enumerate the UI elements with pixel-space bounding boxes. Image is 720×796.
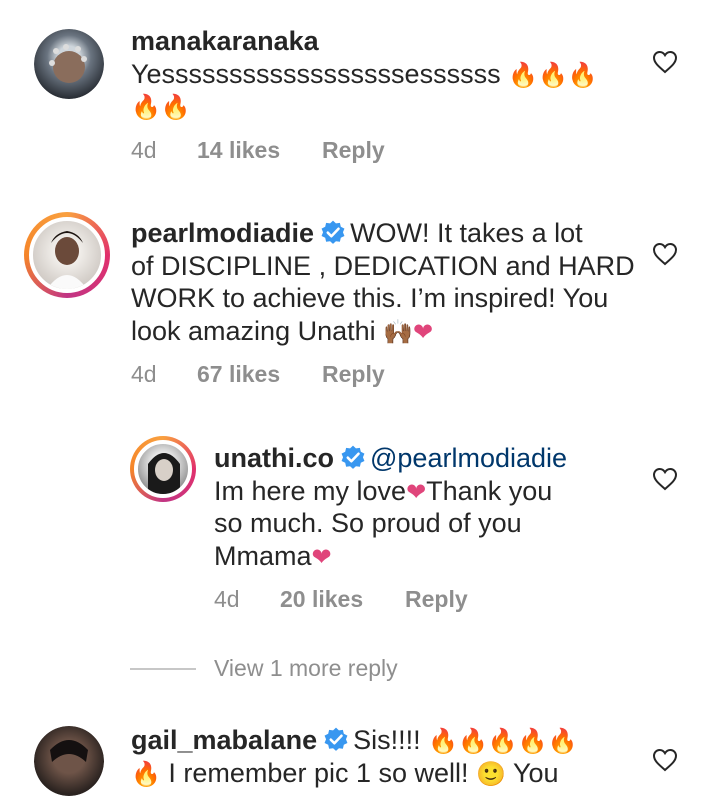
avatar[interactable] bbox=[34, 29, 104, 99]
avatar-image bbox=[50, 740, 88, 762]
comment-text: Thank you bbox=[426, 475, 553, 506]
view-more-replies-label: View 1 more reply bbox=[214, 655, 398, 681]
reply-button[interactable]: Reply bbox=[405, 586, 468, 613]
comment-text: You bbox=[512, 757, 559, 788]
avatar-image bbox=[47, 231, 87, 289]
raising-hands-emoji-icon: 🙌🏾 bbox=[383, 318, 414, 346]
reply-button[interactable]: Reply bbox=[322, 137, 385, 164]
comment-text: I remember pic 1 so well! bbox=[168, 757, 469, 788]
fire-emoji-icon: 🔥🔥🔥🔥🔥 bbox=[428, 728, 578, 755]
comment-text: Sis!!!! bbox=[353, 725, 421, 755]
comment-text: Yessssssssssssssssssessssss bbox=[131, 58, 501, 89]
avatar-image bbox=[148, 453, 180, 494]
like-heart-icon[interactable] bbox=[652, 748, 678, 772]
like-heart-icon[interactable] bbox=[652, 50, 678, 74]
avatar[interactable] bbox=[34, 726, 104, 796]
comment-text: WOW! It takes a lot bbox=[350, 218, 583, 248]
avatar[interactable] bbox=[130, 436, 196, 502]
comment-text: Mmama bbox=[214, 540, 312, 571]
heart-emoji-icon: ❤ bbox=[406, 478, 427, 506]
likes-count-button[interactable]: 14 likes bbox=[197, 137, 322, 164]
like-heart-icon[interactable] bbox=[652, 242, 678, 266]
fire-emoji-icon: 🔥🔥 bbox=[131, 94, 191, 121]
verified-badge-icon bbox=[320, 220, 346, 246]
likes-count-button[interactable]: 67 likes bbox=[197, 361, 322, 388]
comment-text: Im here my love bbox=[214, 475, 407, 506]
comment-username[interactable]: unathi.co bbox=[214, 443, 334, 473]
view-more-replies-button[interactable]: View 1 more reply bbox=[130, 655, 398, 682]
heart-emoji-icon: ❤ bbox=[413, 318, 434, 346]
comment-username[interactable]: gail_mabalane bbox=[131, 725, 317, 755]
comment-age: 4d bbox=[131, 361, 157, 387]
mention-link[interactable]: @pearlmodiadie bbox=[370, 443, 567, 473]
comment-text: so much. So proud of you bbox=[214, 508, 522, 538]
comment-text: of DISCIPLINE , DEDICATION and HARD bbox=[131, 250, 635, 281]
comment-text: WORK to achieve this. I’m inspired! You bbox=[131, 283, 609, 313]
verified-badge-icon bbox=[340, 445, 366, 471]
verified-badge-icon bbox=[323, 727, 349, 753]
comment-username[interactable]: manakaranaka bbox=[131, 26, 319, 56]
comment-age: 4d bbox=[131, 137, 157, 163]
avatar[interactable] bbox=[24, 212, 110, 298]
fire-emoji-icon: 🔥 bbox=[131, 760, 161, 788]
smile-emoji-icon: 🙂 bbox=[476, 760, 506, 788]
divider-line bbox=[130, 667, 196, 670]
like-heart-icon[interactable] bbox=[652, 467, 678, 491]
comment-text: look amazing Unathi bbox=[131, 315, 376, 346]
fire-emoji-icon: 🔥🔥🔥 bbox=[508, 61, 598, 89]
heart-emoji-icon: ❤ bbox=[311, 543, 332, 571]
comment-age: 4d bbox=[214, 586, 240, 612]
comment-username[interactable]: pearlmodiadie bbox=[131, 218, 314, 248]
likes-count-button[interactable]: 20 likes bbox=[280, 586, 405, 613]
reply-button[interactable]: Reply bbox=[322, 361, 385, 388]
avatar-image bbox=[49, 44, 87, 83]
